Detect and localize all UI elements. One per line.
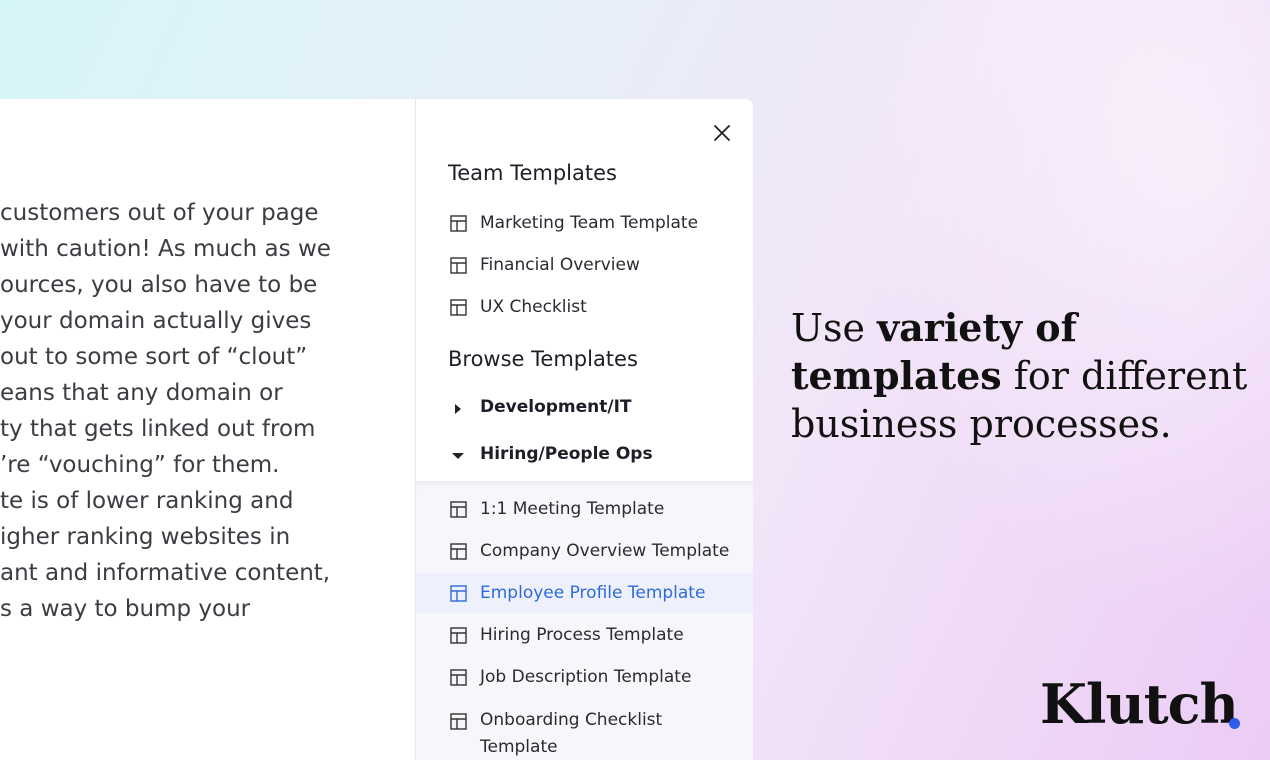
document-body: customers out of your page with caution!… bbox=[0, 195, 416, 627]
category-label: Hiring/People Ops bbox=[480, 444, 653, 464]
template-icon bbox=[450, 543, 467, 560]
template-item-label: 1:1 Meeting Template bbox=[480, 499, 665, 519]
hiring-templates-list: 1:1 Meeting Template Company Overview Te… bbox=[416, 481, 753, 760]
team-templates-title: Team Templates bbox=[448, 161, 617, 185]
document-line: out to some sort of “clout” bbox=[0, 344, 308, 370]
template-icon bbox=[450, 585, 467, 602]
template-item-label: Job Description Template bbox=[480, 667, 692, 687]
brand-logo-dot bbox=[1229, 718, 1240, 729]
headline-text: Use bbox=[791, 306, 878, 350]
document-line: your domain actually gives bbox=[0, 308, 312, 334]
template-item-ux-checklist[interactable]: UX Checklist bbox=[416, 287, 753, 327]
document-line: ant and informative content, bbox=[0, 560, 331, 586]
brand-logo: Klutch bbox=[1040, 672, 1239, 736]
caret-down-icon bbox=[452, 453, 464, 459]
template-item-onboarding-checklist[interactable]: Onboarding Checklist Template bbox=[416, 703, 753, 759]
category-label: Development/IT bbox=[480, 397, 632, 417]
document-card: customers out of your page with caution!… bbox=[0, 99, 416, 760]
template-item-marketing-team[interactable]: Marketing Team Template bbox=[416, 203, 753, 243]
template-icon bbox=[450, 501, 467, 518]
template-item-label: UX Checklist bbox=[480, 297, 587, 317]
template-icon bbox=[450, 669, 467, 686]
headline-bold: templates bbox=[791, 353, 1002, 398]
document-line: ources, you also have to be bbox=[0, 272, 318, 298]
template-item-label: Company Overview Template bbox=[480, 541, 730, 561]
template-icon bbox=[450, 713, 467, 730]
template-item-hiring-process[interactable]: Hiring Process Template bbox=[416, 615, 753, 655]
document-line: te is of lower ranking and bbox=[0, 488, 294, 514]
close-button[interactable] bbox=[708, 119, 736, 147]
headline-text: for different bbox=[1001, 354, 1248, 398]
document-line: ty that gets linked out from bbox=[0, 416, 316, 442]
template-item-label: Marketing Team Template bbox=[480, 213, 699, 233]
template-item-employee-profile[interactable]: Employee Profile Template bbox=[416, 573, 753, 613]
headline: Use variety of templates for different b… bbox=[791, 304, 1251, 448]
templates-panel: Team Templates Marketing Team Template F… bbox=[416, 99, 753, 760]
template-icon bbox=[450, 627, 467, 644]
template-icon bbox=[450, 299, 467, 316]
document-line: eans that any domain or bbox=[0, 380, 283, 406]
template-item-label: Onboarding Checklist Template bbox=[480, 710, 663, 757]
document-line: ’re “vouching” for them. bbox=[0, 452, 280, 478]
template-item-job-description[interactable]: Job Description Template bbox=[416, 657, 753, 697]
template-icon bbox=[450, 215, 467, 232]
template-item-label: Employee Profile Template bbox=[480, 583, 706, 603]
category-hiring-people-ops[interactable]: Hiring/People Ops bbox=[416, 436, 753, 476]
headline-text: business processes. bbox=[791, 402, 1172, 446]
document-line: s a way to bump your bbox=[0, 596, 251, 622]
document-line: with caution! As much as we bbox=[0, 236, 331, 262]
headline-bold: variety of bbox=[877, 305, 1077, 350]
template-item-financial-overview[interactable]: Financial Overview bbox=[416, 245, 753, 285]
template-item-one-on-one-meeting[interactable]: 1:1 Meeting Template bbox=[416, 489, 753, 529]
caret-right-icon bbox=[455, 404, 461, 414]
close-icon bbox=[714, 125, 730, 141]
template-item-company-overview[interactable]: Company Overview Template bbox=[416, 531, 753, 571]
template-icon bbox=[450, 257, 467, 274]
category-development-it[interactable]: Development/IT bbox=[416, 389, 753, 429]
template-item-label: Financial Overview bbox=[480, 255, 640, 275]
document-line: igher ranking websites in bbox=[0, 524, 291, 550]
template-item-label: Hiring Process Template bbox=[480, 625, 684, 645]
document-line: customers out of your page bbox=[0, 200, 319, 226]
browse-templates-title: Browse Templates bbox=[448, 347, 638, 371]
